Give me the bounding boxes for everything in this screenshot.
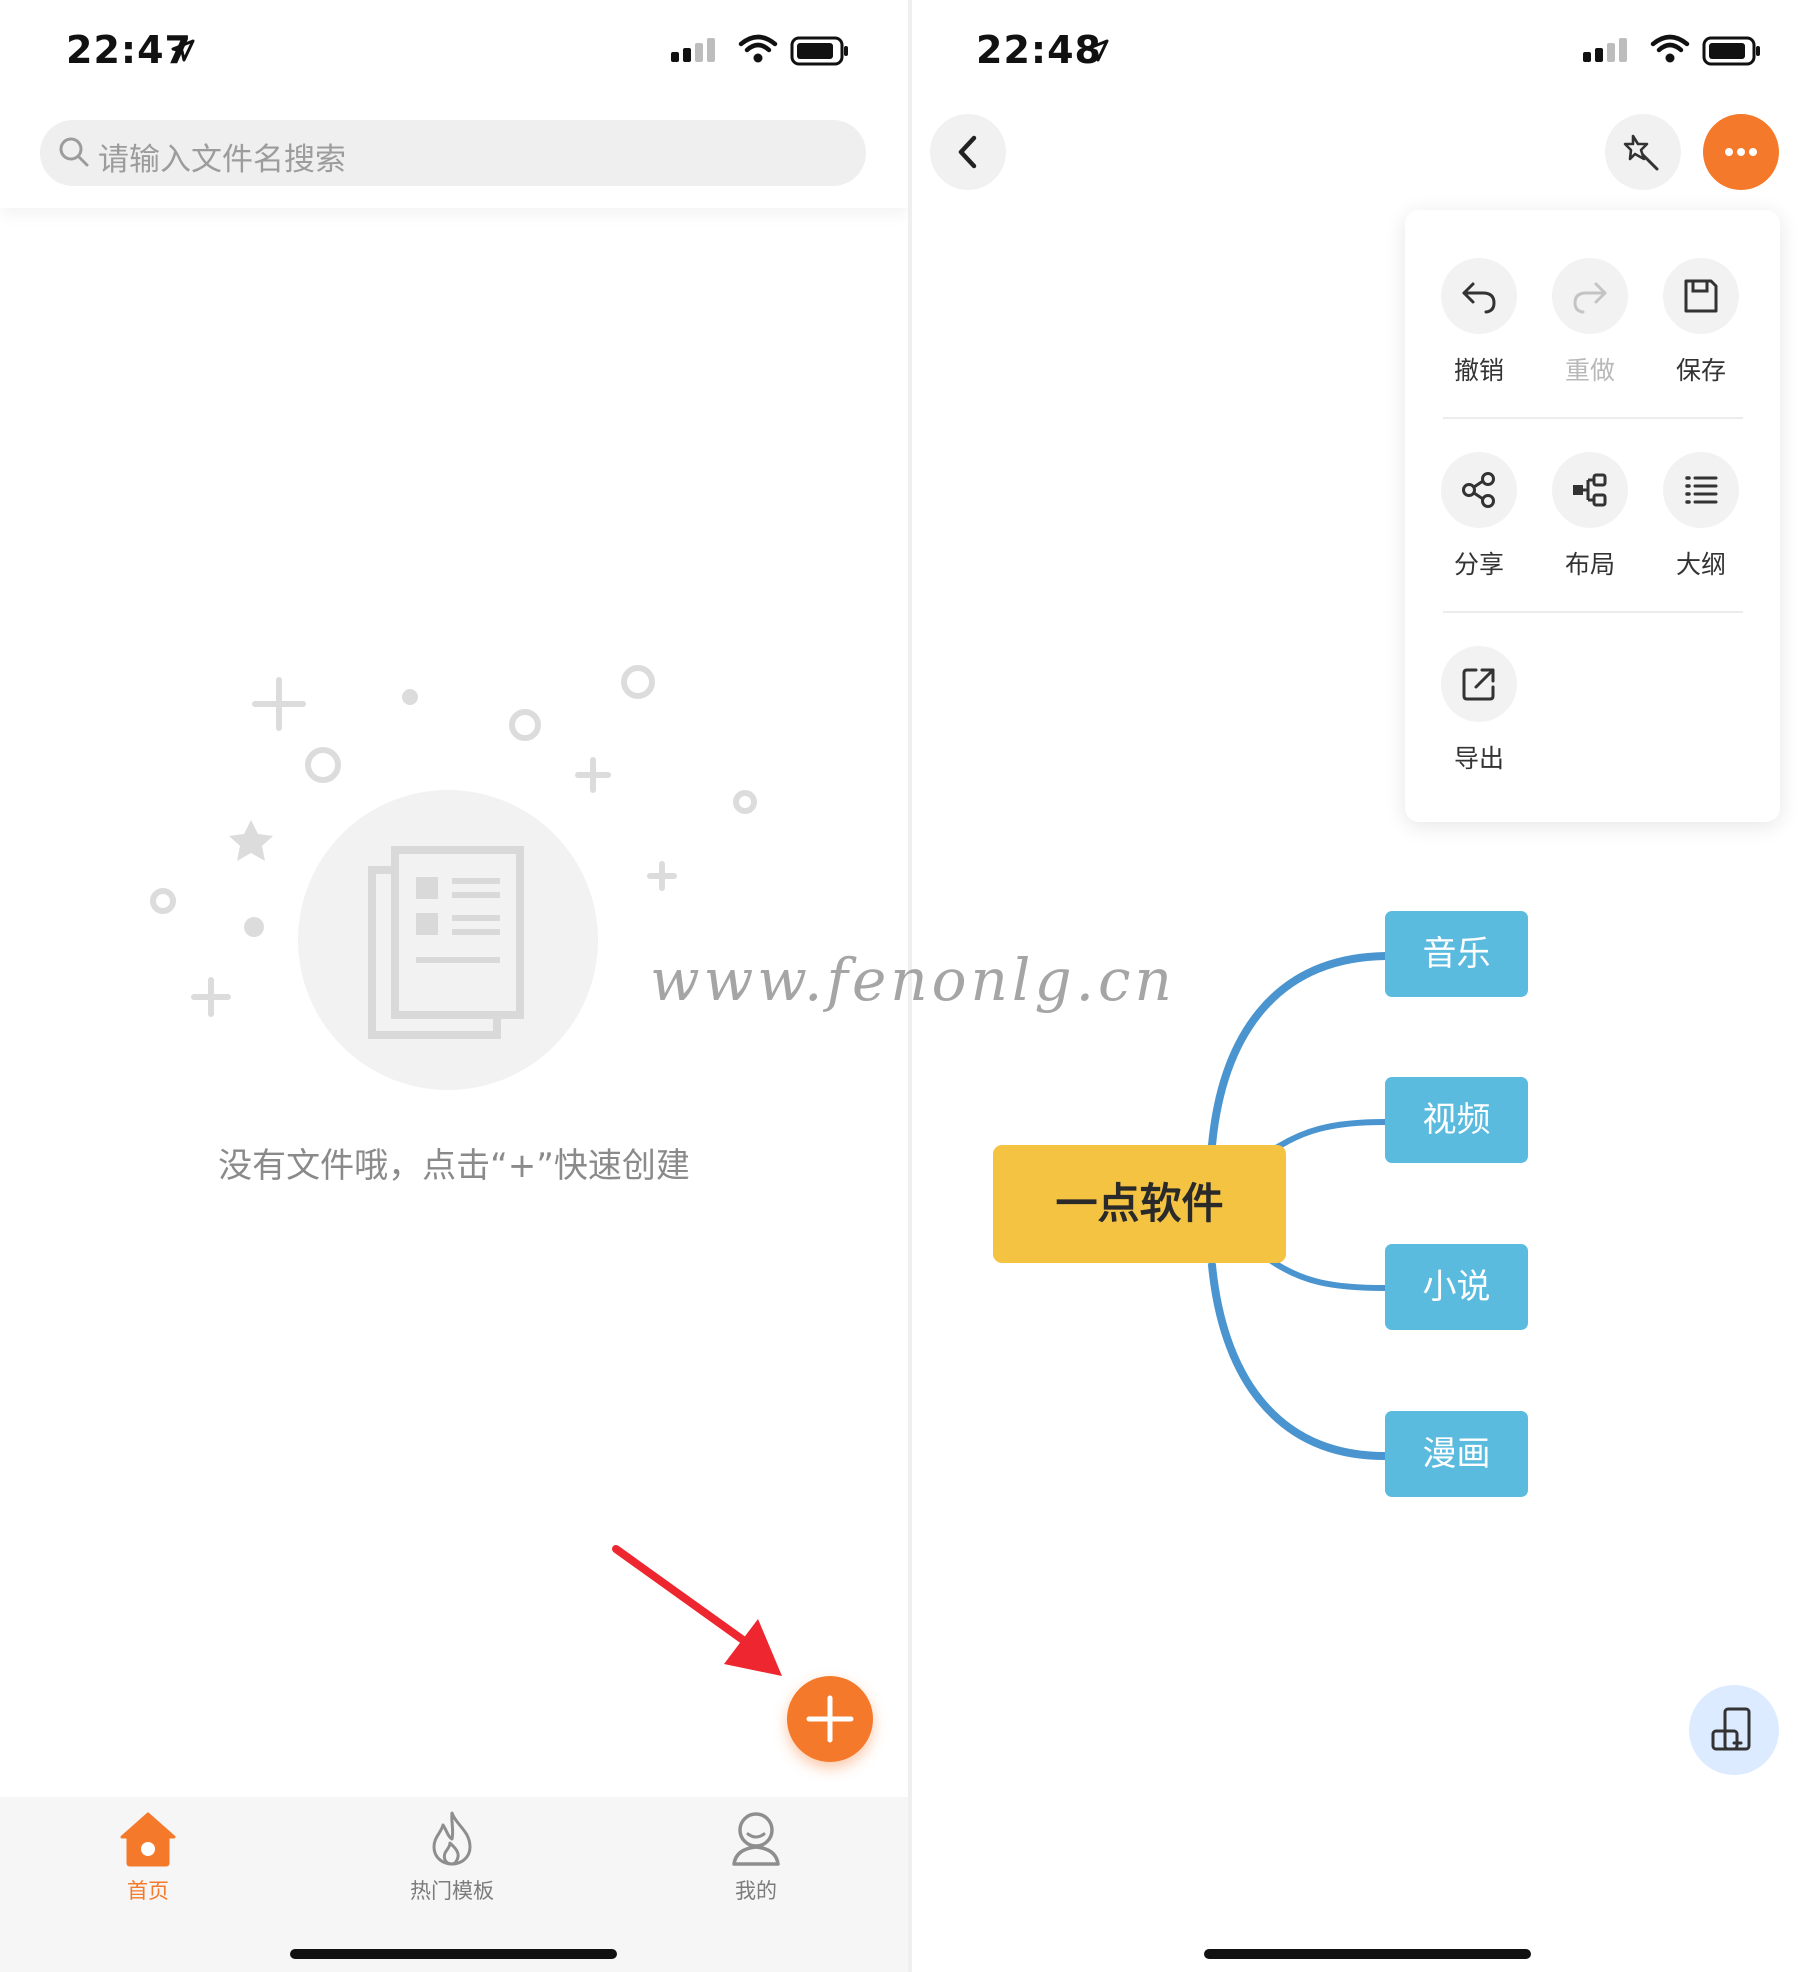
- menu-item-label: 分享: [1453, 550, 1504, 579]
- location-arrow-icon: [1085, 39, 1109, 62]
- menu-item-undo[interactable]: 撤销: [1429, 258, 1529, 398]
- search-input[interactable]: 请输入文件名搜索: [40, 120, 866, 186]
- more-dots-icon: [1725, 148, 1757, 156]
- mindmap-child-node[interactable]: 视频: [1385, 1077, 1528, 1163]
- battery-icon: [790, 36, 848, 66]
- share-icon: [1462, 472, 1495, 508]
- annotation-arrow: [612, 1545, 782, 1676]
- tab-home-label: 首页: [127, 1879, 169, 1903]
- tab-hot-label: 热门模板: [410, 1879, 494, 1903]
- empty-state-illustration: [150, 665, 757, 1090]
- undo-icon: [1462, 282, 1496, 314]
- menu-item-share[interactable]: 分享: [1429, 452, 1529, 592]
- search-header: 请输入文件名搜索: [0, 100, 908, 208]
- redo-icon: [1573, 282, 1607, 314]
- battery-icon: [1702, 36, 1760, 66]
- menu-item-layout[interactable]: 布局: [1540, 452, 1640, 592]
- menu-item-label: 布局: [1564, 550, 1615, 579]
- search-placeholder: 请输入文件名搜索: [98, 142, 346, 178]
- user-icon: [732, 1812, 780, 1866]
- layout-icon: [1573, 473, 1607, 507]
- menu-item-label: 撤销: [1453, 356, 1504, 385]
- menu-item-label: 大纲: [1675, 550, 1726, 579]
- mindmap-child-node[interactable]: 音乐: [1385, 911, 1528, 997]
- tab-hot-templates[interactable]: 热门模板: [352, 1797, 552, 1917]
- chevron-left-icon: [958, 135, 977, 169]
- watermark-text: www.fenonlg.cn: [650, 946, 1176, 1014]
- location-arrow-icon: [171, 39, 195, 62]
- home-indicator: [290, 1949, 617, 1959]
- flame-icon: [432, 1811, 472, 1866]
- mindmap-child-node[interactable]: 小说: [1385, 1244, 1528, 1330]
- back-button[interactable]: [930, 114, 1006, 190]
- plus-icon: [806, 1695, 854, 1743]
- mindmap-root-node[interactable]: 一点软件: [993, 1145, 1286, 1263]
- status-bar: 22:48: [912, 0, 1820, 100]
- bottom-tab-bar: 首页 热门模板 我的: [0, 1797, 908, 1972]
- save-icon: [1684, 279, 1718, 313]
- rotate-screen-button[interactable]: [1689, 1685, 1779, 1775]
- home-indicator: [1204, 1949, 1531, 1959]
- wifi-icon: [738, 34, 778, 63]
- cellular-signal-icon: [1583, 38, 1627, 62]
- outline-list-icon: [1685, 476, 1718, 504]
- status-bar: 22:47: [0, 0, 908, 100]
- magic-wand-icon: [1623, 134, 1659, 171]
- mindmap-child-node[interactable]: 漫画: [1385, 1411, 1528, 1497]
- export-icon: [1462, 668, 1495, 701]
- home-icon: [120, 1812, 176, 1867]
- menu-divider: [1443, 611, 1743, 613]
- wifi-icon: [1650, 34, 1690, 63]
- style-wand-button[interactable]: [1605, 114, 1681, 190]
- create-file-button[interactable]: [787, 1676, 873, 1762]
- more-options-menu: 撤销 重做 保存 分享 布局 大纲 导出: [1405, 210, 1780, 822]
- menu-item-label: 重做: [1564, 356, 1615, 385]
- menu-divider: [1443, 417, 1743, 419]
- tab-profile-label: 我的: [735, 1879, 777, 1903]
- menu-item-redo[interactable]: 重做: [1540, 258, 1640, 398]
- device-rotate-icon: [1711, 1707, 1751, 1751]
- menu-item-label: 保存: [1675, 356, 1726, 385]
- more-options-button[interactable]: [1703, 114, 1779, 190]
- cellular-signal-icon: [671, 38, 715, 62]
- menu-item-save[interactable]: 保存: [1651, 258, 1751, 398]
- menu-item-label: 导出: [1453, 744, 1504, 773]
- menu-item-outline[interactable]: 大纲: [1651, 452, 1751, 592]
- menu-item-export[interactable]: 导出: [1429, 646, 1529, 786]
- search-icon: [59, 137, 89, 167]
- tab-home[interactable]: 首页: [48, 1797, 248, 1917]
- empty-state-message: 没有文件哦，点击“+”快速创建: [218, 1146, 690, 1186]
- tab-profile[interactable]: 我的: [656, 1797, 856, 1917]
